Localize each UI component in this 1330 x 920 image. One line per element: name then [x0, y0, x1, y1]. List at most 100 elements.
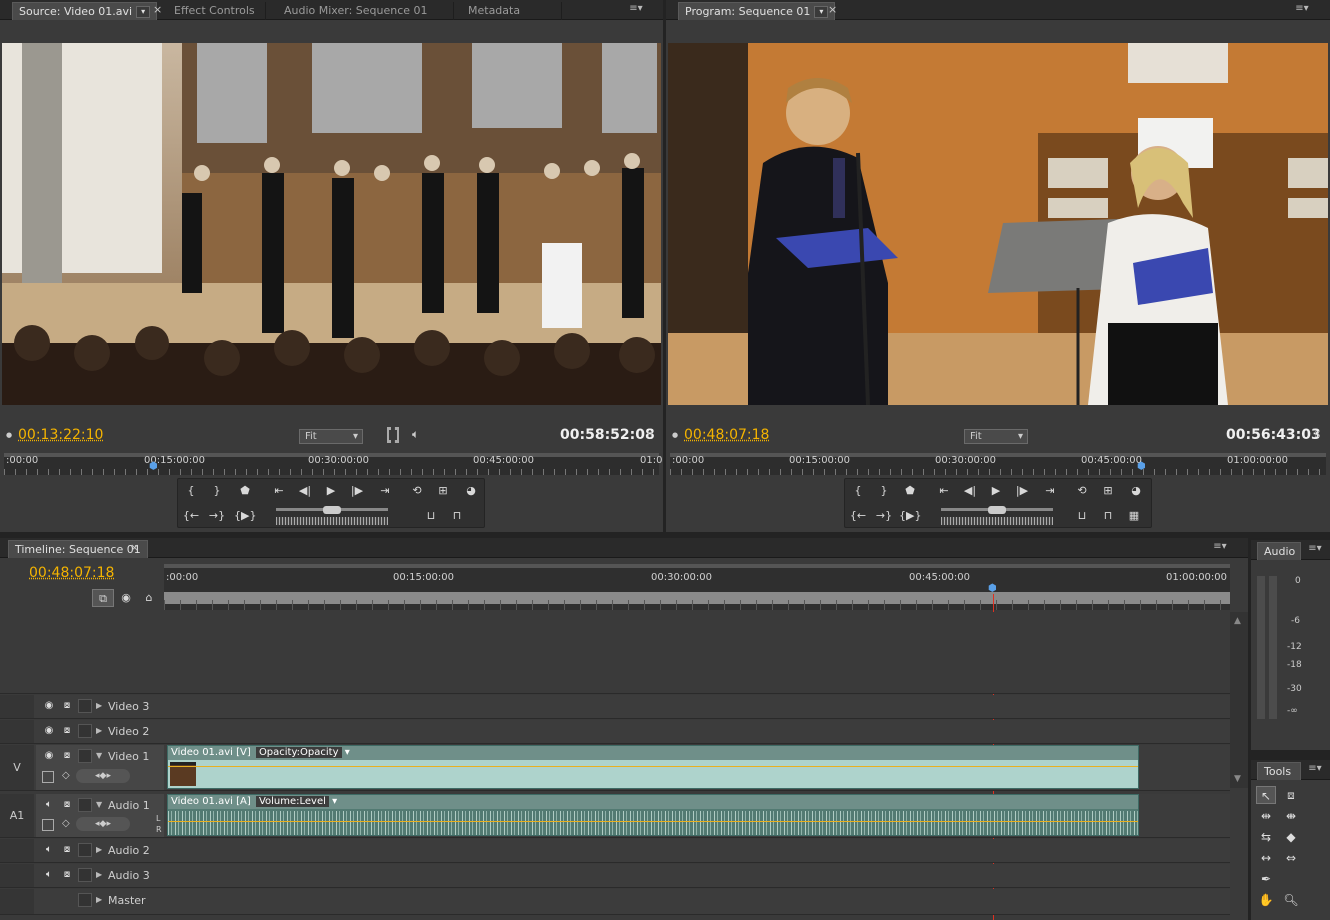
jog-wheel[interactable]: [941, 517, 1053, 525]
go-to-next-mark-icon[interactable]: →}: [206, 507, 228, 525]
step-forward-icon[interactable]: |▶: [1011, 482, 1033, 500]
snap-icon[interactable]: ⧉: [92, 589, 114, 607]
loop-icon[interactable]: ⟲: [1071, 482, 1093, 500]
output-icon[interactable]: ◕: [460, 482, 482, 500]
speaker-icon[interactable]: 🔈︎: [42, 844, 56, 856]
program-dropdown-icon[interactable]: ▾: [814, 6, 829, 18]
mark-in-icon[interactable]: {: [180, 482, 202, 500]
mark-out-icon[interactable]: }: [873, 482, 895, 500]
track-target-a1[interactable]: A1: [0, 794, 34, 837]
extract-icon[interactable]: ⊓: [1097, 507, 1119, 525]
panel-menu-icon[interactable]: ≡▾: [1307, 543, 1323, 557]
expand-triangle-icon[interactable]: ▶: [96, 870, 102, 879]
tab-source[interactable]: Source: Video 01.avi ▾: [12, 2, 158, 20]
marker-icon[interactable]: ⬟: [899, 482, 921, 500]
expand-triangle-icon[interactable]: ▶: [96, 726, 102, 735]
scroll-down-icon[interactable]: ▼: [1234, 774, 1241, 784]
mark-out-icon[interactable]: }: [206, 482, 228, 500]
speaker-icon[interactable]: 🔈︎: [42, 869, 56, 881]
sync-lock-icon[interactable]: ⧇: [60, 700, 74, 712]
source-dropdown-icon[interactable]: ▾: [136, 6, 151, 18]
timeline-current-timecode[interactable]: 00:48:07:18: [29, 565, 114, 581]
keyframe-diamond-icon[interactable]: ◇: [62, 770, 70, 781]
source-playhead-icon[interactable]: ⬢: [149, 462, 159, 472]
go-to-next-mark-icon[interactable]: →}: [873, 507, 895, 525]
audio-clip-effect[interactable]: Volume:Level: [255, 796, 329, 807]
selection-tool-icon[interactable]: ↖: [1256, 786, 1276, 804]
play-in-to-out-icon[interactable]: {▶}: [899, 507, 921, 525]
loop-icon[interactable]: ⟲: [406, 482, 428, 500]
source-fit-select[interactable]: Fit: [299, 429, 363, 444]
overlay-icon[interactable]: ⊓: [446, 507, 468, 525]
close-icon[interactable]: ×: [828, 3, 837, 16]
jog-wheel[interactable]: [276, 517, 388, 525]
track-lock-toggle[interactable]: [78, 749, 92, 763]
sync-lock-icon[interactable]: ⧇: [60, 844, 74, 856]
panel-menu-icon[interactable]: ≡▾: [1294, 3, 1310, 17]
opacity-rubberband[interactable]: [168, 766, 1138, 767]
play-icon[interactable]: ▶: [985, 482, 1007, 500]
track-lock-toggle[interactable]: [78, 843, 92, 857]
step-back-icon[interactable]: ◀|: [959, 482, 981, 500]
track-lock-toggle[interactable]: [78, 868, 92, 882]
go-to-prev-mark-icon[interactable]: {←: [180, 507, 202, 525]
timeline-zoom-bar[interactable]: [164, 564, 1230, 568]
shuttle-knob[interactable]: [323, 506, 341, 514]
set-marker-icon[interactable]: ◉: [115, 589, 137, 607]
program-time-ruler[interactable]: :00:00 00:15:00:00 00:30:00:00 00:45:00:…: [670, 453, 1326, 475]
go-to-prev-mark-icon[interactable]: {←: [847, 507, 869, 525]
panel-menu-icon[interactable]: ≡▾: [628, 3, 644, 17]
output-icon[interactable]: ◕: [1125, 482, 1147, 500]
expand-triangle-icon[interactable]: ▶: [96, 701, 102, 710]
track-lock-toggle[interactable]: [78, 893, 92, 907]
display-style-icon[interactable]: [42, 771, 54, 783]
rate-stretch-tool-icon[interactable]: ⇆: [1256, 828, 1276, 846]
mark-in-icon[interactable]: {: [847, 482, 869, 500]
keyframe-nav[interactable]: ◂◆▸: [76, 817, 130, 831]
safe-margins-icon[interactable]: ⊞: [1097, 482, 1119, 500]
shuttle-knob[interactable]: [988, 506, 1006, 514]
scroll-up-icon[interactable]: ▲: [1234, 616, 1241, 626]
tab-tools[interactable]: Tools: [1257, 762, 1301, 780]
zoom-tool-icon[interactable]: 🔍︎: [1281, 891, 1301, 909]
expand-triangle-icon[interactable]: ▶: [96, 845, 102, 854]
collapse-triangle-icon[interactable]: ▼: [96, 751, 102, 760]
sync-lock-icon[interactable]: ⧇: [60, 725, 74, 737]
home-icon[interactable]: ⌂: [138, 589, 160, 607]
close-icon[interactable]: ×: [130, 541, 139, 554]
hand-tool-icon[interactable]: ✋: [1256, 891, 1276, 909]
source-current-timecode[interactable]: 00:13:22:10: [18, 427, 103, 443]
program-fit-select[interactable]: Fit: [964, 429, 1028, 444]
go-to-out-icon[interactable]: ⇥: [1039, 482, 1061, 500]
sync-lock-icon[interactable]: ⧇: [60, 799, 74, 811]
play-icon[interactable]: ▶: [320, 482, 342, 500]
eye-icon[interactable]: ◉: [42, 700, 56, 712]
track-select-tool-icon[interactable]: ⧈: [1281, 786, 1301, 804]
collapse-triangle-icon[interactable]: ▼: [96, 800, 102, 809]
eye-icon[interactable]: ◉: [42, 750, 56, 762]
eye-icon[interactable]: ◉: [42, 725, 56, 737]
rolling-edit-tool-icon[interactable]: ⇼: [1281, 807, 1301, 825]
tab-audio-meters[interactable]: Audio: [1257, 542, 1301, 560]
filmstrip-icon[interactable]: [387, 427, 399, 443]
panel-menu-icon[interactable]: ≡▾: [1212, 541, 1228, 555]
tab-effect-controls[interactable]: Effect Controls: [168, 2, 266, 20]
tab-timeline[interactable]: Timeline: Sequence 01: [8, 540, 148, 558]
tab-metadata[interactable]: Metadata: [462, 2, 562, 20]
program-current-timecode[interactable]: 00:48:07:18: [684, 427, 769, 443]
track-lock-toggle[interactable]: [78, 724, 92, 738]
audio-clip[interactable]: Video 01.avi [A] Volume:Level ▾: [167, 794, 1139, 836]
slide-tool-icon[interactable]: ⇔: [1281, 849, 1301, 867]
tab-program[interactable]: Program: Sequence 01 ▾: [678, 2, 836, 20]
go-to-out-icon[interactable]: ⇥: [374, 482, 396, 500]
track-lock-toggle[interactable]: [78, 699, 92, 713]
track-lock-toggle[interactable]: [78, 798, 92, 812]
program-playhead-icon[interactable]: ⬢: [1137, 462, 1147, 472]
speaker-icon[interactable]: 🔈︎: [42, 799, 56, 811]
timeline-vertical-scrollbar[interactable]: ▲ ▼: [1230, 612, 1248, 788]
safe-margins-icon[interactable]: ⊞: [432, 482, 454, 500]
sync-lock-icon[interactable]: ⧇: [60, 750, 74, 762]
pen-tool-icon[interactable]: ✒: [1256, 870, 1276, 888]
program-resize-icon[interactable]: ⁞⁞: [1314, 430, 1320, 440]
insert-icon[interactable]: ⊔: [420, 507, 442, 525]
